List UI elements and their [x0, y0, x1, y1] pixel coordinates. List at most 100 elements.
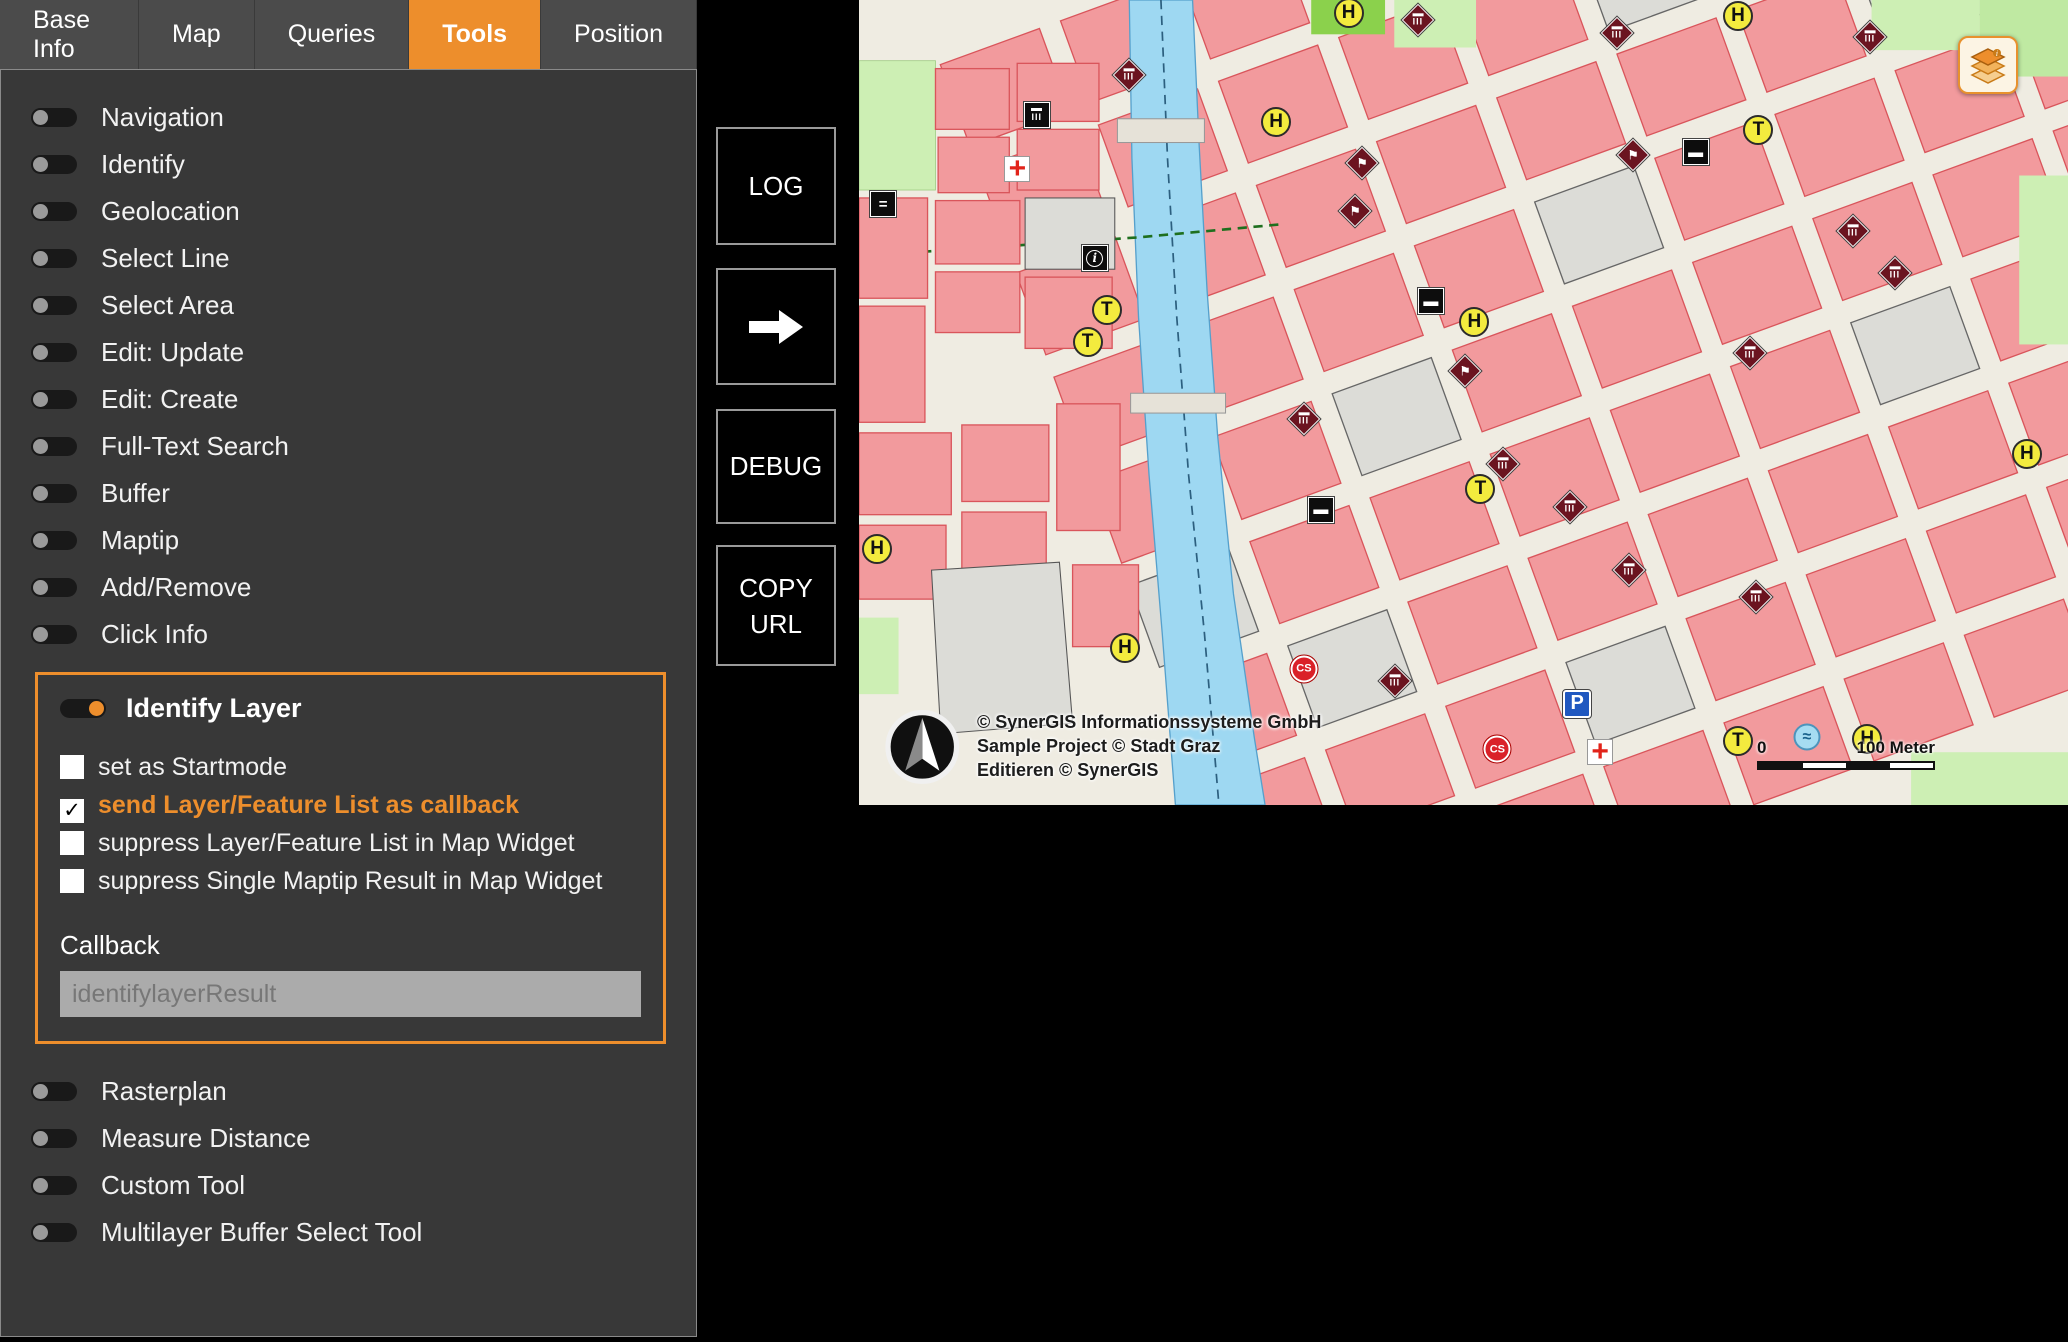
bed-marker[interactable]: ▬ — [1683, 139, 1709, 165]
tool-row-custom-tool[interactable]: Custom Tool — [1, 1162, 696, 1209]
hotel-marker[interactable]: H — [862, 534, 892, 564]
tool-row-click-info[interactable]: Click Info — [1, 611, 696, 658]
rasterplan-toggle[interactable] — [31, 1082, 77, 1101]
tab-base-info[interactable]: Base Info — [0, 0, 139, 69]
select-area-toggle[interactable] — [31, 296, 77, 315]
bed-marker[interactable]: ▬ — [1418, 288, 1444, 314]
log-button[interactable]: LOG — [716, 127, 836, 245]
toggle-knob — [33, 580, 48, 595]
tab-map[interactable]: Map — [139, 0, 255, 69]
tram-marker[interactable]: T — [1723, 726, 1753, 756]
custom-tool-toggle[interactable] — [31, 1176, 77, 1195]
hotel-marker[interactable]: H — [1261, 107, 1291, 137]
tool-row-rasterplan[interactable]: Rasterplan — [1, 1068, 696, 1115]
tool-row-add-remove[interactable]: Add/Remove — [1, 564, 696, 611]
museum-marker[interactable]: III — [1853, 21, 1886, 54]
flag-marker[interactable]: ⚑ — [1338, 195, 1371, 228]
museum-marker[interactable]: III — [1837, 215, 1870, 248]
hotel-marker[interactable]: H — [1723, 1, 1753, 31]
cs-marker[interactable]: CS — [1290, 655, 1317, 682]
tool-row-select-area[interactable]: Select Area — [1, 282, 696, 329]
tab-tools[interactable]: Tools — [409, 0, 541, 69]
museum-marker[interactable]: III — [1613, 554, 1646, 587]
bed-marker[interactable]: ▬ — [1308, 497, 1334, 523]
tools-panel: Navigation Identify Geolocation Select L… — [0, 69, 697, 1337]
navigation-toggle[interactable] — [31, 108, 77, 127]
cs-marker[interactable]: CS — [1484, 736, 1511, 763]
tram-marker[interactable]: T — [1743, 115, 1773, 145]
hotel-marker[interactable]: H — [1459, 307, 1489, 337]
scale-start-label: 0 — [1757, 738, 1766, 758]
toggle-knob — [33, 392, 48, 407]
tab-position[interactable]: Position — [541, 0, 697, 69]
map[interactable]: HIIIIIIHIIIIIIIIIH⚑⚑▬TIIIIII+=⚑iTT▬H⚑III… — [859, 0, 2068, 805]
tram-marker[interactable]: T — [1092, 295, 1122, 325]
add-remove-toggle[interactable] — [31, 578, 77, 597]
museum-marker[interactable]: III — [1112, 59, 1145, 92]
landmark-marker[interactable]: III — [1024, 102, 1050, 128]
buffer-toggle[interactable] — [31, 484, 77, 503]
tool-label: Measure Distance — [101, 1123, 311, 1154]
hotel-marker[interactable]: H — [2012, 439, 2042, 469]
select-line-toggle[interactable] — [31, 249, 77, 268]
checkbox-row-send-layer-feature-list[interactable]: ✓send Layer/Feature List as callback — [60, 786, 641, 824]
equal-marker[interactable]: = — [870, 191, 896, 217]
edit-create-toggle[interactable] — [31, 390, 77, 409]
checkbox-box[interactable] — [60, 831, 84, 855]
identify-toggle[interactable] — [31, 155, 77, 174]
info-marker[interactable]: i — [1082, 245, 1108, 271]
tool-row-edit-create[interactable]: Edit: Create — [1, 376, 696, 423]
tool-row-buffer[interactable]: Buffer — [1, 470, 696, 517]
next-arrow-button[interactable] — [716, 268, 836, 385]
flag-marker[interactable]: ⚑ — [1616, 139, 1649, 172]
click-info-toggle[interactable] — [31, 625, 77, 644]
tool-row-multilayer-buffer[interactable]: Multilayer Buffer Select Tool — [1, 1209, 696, 1256]
checkbox-row-suppress-layer-feature-list[interactable]: suppress Layer/Feature List in Map Widge… — [60, 824, 641, 862]
hotel-marker[interactable]: H — [1110, 633, 1140, 663]
checkbox-box[interactable] — [60, 755, 84, 779]
measure-distance-toggle[interactable] — [31, 1129, 77, 1148]
callback-input[interactable] — [60, 971, 641, 1017]
museum-marker[interactable]: III — [1288, 403, 1321, 436]
tool-row-select-line[interactable]: Select Line — [1, 235, 696, 282]
identify-layer-toggle[interactable] — [60, 699, 106, 718]
flag-marker[interactable]: ⚑ — [1448, 355, 1481, 388]
tool-row-identify[interactable]: Identify — [1, 141, 696, 188]
toggle-knob — [33, 439, 48, 454]
parking-marker[interactable]: P — [1563, 690, 1591, 718]
multilayer-buffer-toggle[interactable] — [31, 1223, 77, 1242]
checkbox-box[interactable] — [60, 869, 84, 893]
flag-marker[interactable]: ⚑ — [1346, 146, 1379, 179]
hotel-marker[interactable]: H — [1334, 0, 1364, 28]
museum-marker[interactable]: III — [1487, 448, 1520, 481]
tab-queries[interactable]: Queries — [255, 0, 410, 69]
tool-row-maptip[interactable]: Maptip — [1, 517, 696, 564]
checkbox-row-suppress-single-maptip[interactable]: suppress Single Maptip Result in Map Wid… — [60, 862, 641, 900]
maptip-toggle[interactable] — [31, 531, 77, 550]
full-text-search-toggle[interactable] — [31, 437, 77, 456]
cross-marker[interactable]: + — [1004, 156, 1030, 182]
checkbox-box[interactable]: ✓ — [60, 799, 84, 823]
tool-row-navigation[interactable]: Navigation — [1, 94, 696, 141]
identify-layer-panel: Identify Layer set as Startmode ✓send La… — [35, 672, 666, 1044]
tool-row-geolocation[interactable]: Geolocation — [1, 188, 696, 235]
geolocation-toggle[interactable] — [31, 202, 77, 221]
tool-row-full-text-search[interactable]: Full-Text Search — [1, 423, 696, 470]
museum-marker[interactable]: III — [1554, 491, 1587, 524]
debug-button[interactable]: DEBUG — [716, 409, 836, 524]
checkbox-row-set-as-startmode[interactable]: set as Startmode — [60, 748, 641, 786]
museum-marker[interactable]: III — [1734, 336, 1767, 369]
tram-marker[interactable]: T — [1465, 474, 1495, 504]
museum-marker[interactable]: III — [1740, 580, 1773, 613]
museum-marker[interactable]: III — [1879, 257, 1912, 290]
museum-marker[interactable]: III — [1601, 17, 1634, 50]
museum-marker[interactable]: III — [1401, 4, 1434, 37]
cross-marker[interactable]: + — [1587, 739, 1613, 765]
layers-button[interactable]: i — [1958, 36, 2018, 94]
copy-url-button[interactable]: COPY URL — [716, 545, 836, 666]
museum-marker[interactable]: III — [1378, 665, 1411, 698]
tram-marker[interactable]: T — [1073, 327, 1103, 357]
tool-row-edit-update[interactable]: Edit: Update — [1, 329, 696, 376]
tool-row-measure-distance[interactable]: Measure Distance — [1, 1115, 696, 1162]
edit-update-toggle[interactable] — [31, 343, 77, 362]
